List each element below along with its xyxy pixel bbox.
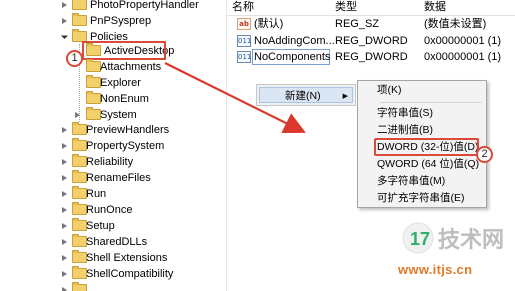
arrow-line [164,62,306,134]
watermark-logo: 17 技术网 [402,222,504,254]
watermark-logo-text: 技术网 [438,228,504,253]
watermark-url: www.itjs.cn [398,262,473,277]
svg-text:17: 17 [410,229,430,249]
step-2-badge: 2 [476,146,493,163]
step-1-badge: 1 [66,50,83,67]
